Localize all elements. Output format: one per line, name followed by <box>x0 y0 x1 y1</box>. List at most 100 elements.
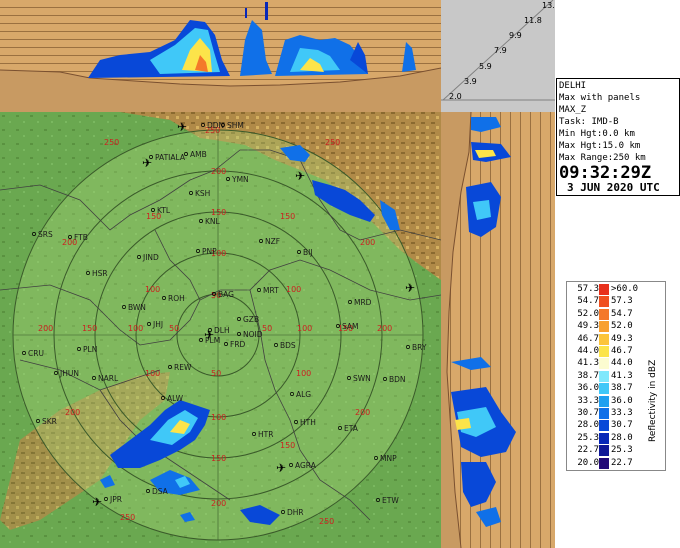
svg-text:250: 250 <box>120 513 135 522</box>
svg-text:100: 100 <box>145 285 160 294</box>
place-name: KSH <box>195 189 210 198</box>
min-height: Min Hgt:0.0 km <box>559 129 635 139</box>
height-label: 9.9 <box>509 31 522 40</box>
svg-text:50: 50 <box>211 369 221 378</box>
svg-text:200: 200 <box>355 408 370 417</box>
place-name: FTB <box>74 233 88 242</box>
legend-swatch <box>599 395 609 407</box>
svg-text:200: 200 <box>65 408 80 417</box>
svg-text:100: 100 <box>297 324 312 333</box>
legend-row: 54.7 57.3 <box>567 295 665 308</box>
height-label: 7.9 <box>494 46 507 55</box>
place-name: DLH <box>214 326 230 335</box>
svg-text:150: 150 <box>211 454 226 463</box>
legend-high: >60.0 <box>611 284 639 294</box>
height-label: 2.0 <box>449 92 462 101</box>
place-name: KNL <box>205 217 221 226</box>
height-scale-panel: 13.0 11.8 9.9 7.9 5.9 3.9 2.0 <box>441 0 560 112</box>
place-name: ROH <box>168 294 185 303</box>
height-label: 11.8 <box>524 16 542 25</box>
place-name: GZB <box>243 315 259 324</box>
station-name: DELHI <box>559 81 587 91</box>
legend-low: 44.0 <box>577 346 599 356</box>
legend-swatch <box>599 432 609 444</box>
legend-swatch <box>599 420 609 432</box>
place-name: SHM <box>227 121 244 130</box>
legend-swatch <box>599 370 609 382</box>
svg-text:100: 100 <box>128 324 143 333</box>
svg-text:250: 250 <box>325 138 340 147</box>
place-name: CRU <box>28 349 44 358</box>
legend-high: 54.7 <box>611 308 633 319</box>
legend-high: 22.7 <box>611 457 633 468</box>
side-section-panel <box>441 112 555 548</box>
legend-swatch <box>599 445 609 457</box>
svg-text:150: 150 <box>280 441 295 450</box>
svg-text:✈: ✈ <box>204 328 214 342</box>
svg-text:250: 250 <box>319 517 334 526</box>
legend-swatch <box>599 333 609 345</box>
place-name: NZF <box>265 237 280 246</box>
legend-swatch <box>599 321 609 333</box>
legend-high: 38.7 <box>611 383 633 394</box>
legend-low: 57.3 <box>577 284 599 294</box>
legend-high: 25.3 <box>611 445 633 456</box>
legend-row: 57.3 >60.0 <box>567 283 665 296</box>
place-name: PLN <box>83 345 97 354</box>
svg-text:✈: ✈ <box>276 461 286 475</box>
legend-low: 41.3 <box>577 358 599 369</box>
legend-row: 20.0 22.7 <box>567 457 665 470</box>
place-name: MRT <box>263 286 279 295</box>
place-name: HTR <box>258 430 273 439</box>
legend-low: 52.0 <box>577 308 599 319</box>
place-name: KTL <box>157 206 171 215</box>
legend-high: 36.0 <box>611 395 633 406</box>
place-name: SRS <box>38 230 53 239</box>
place-name: NOID <box>243 330 263 339</box>
max-height: Max Hgt:15.0 km <box>559 141 641 151</box>
legend-swatch <box>599 457 609 469</box>
legend-low: 30.7 <box>577 408 599 418</box>
legend-high: 44.0 <box>611 358 633 369</box>
legend-high: 49.3 <box>611 333 633 344</box>
svg-text:✈: ✈ <box>142 156 152 170</box>
legend-swatch <box>599 284 609 295</box>
legend-low: 38.7 <box>577 370 599 381</box>
observation-time: 09:32:29Z <box>559 163 652 183</box>
place-name: SKR <box>42 417 57 426</box>
legend-high: 57.3 <box>611 296 633 307</box>
legend-swatch <box>599 308 609 320</box>
legend-low: 33.3 <box>577 395 599 406</box>
task-name: Task: IMD-B <box>559 117 619 127</box>
place-name: SAM <box>342 322 359 331</box>
legend-low: 54.7 <box>577 296 599 307</box>
reflectivity-legend: 57.3 >60.0 54.7 57.3 52.0 54.7 49.3 52.0 46.7 49.… <box>566 281 666 471</box>
place-name: DHR <box>287 508 304 517</box>
svg-text:150: 150 <box>211 208 226 217</box>
height-label: 13.0 <box>542 1 555 10</box>
svg-text:150: 150 <box>280 212 295 221</box>
svg-text:150: 150 <box>82 324 97 333</box>
place-name: YMN <box>231 175 249 184</box>
svg-text:200: 200 <box>211 167 226 176</box>
svg-text:200: 200 <box>38 324 53 333</box>
place-label: PATIALA <box>149 153 186 162</box>
legend-title: Reflectivity in dBZ <box>648 360 658 442</box>
product-name: Max with panels <box>559 93 641 103</box>
svg-text:✈: ✈ <box>405 281 415 295</box>
legend-swatch <box>599 383 609 395</box>
svg-text:100: 100 <box>211 413 226 422</box>
legend-low: 20.0 <box>577 457 599 468</box>
svg-text:✈: ✈ <box>92 495 102 509</box>
legend-swatch <box>599 346 609 357</box>
place-name: HSR <box>92 269 108 278</box>
legend-swatch <box>599 408 609 419</box>
legend-high: 33.3 <box>611 408 633 418</box>
top-section-panel <box>0 0 441 112</box>
place-name: JPR <box>109 495 122 504</box>
legend-swatch <box>599 296 609 308</box>
place-name: JHUN <box>59 369 79 378</box>
legend-high: 46.7 <box>611 346 633 356</box>
legend-high: 30.7 <box>611 420 633 431</box>
radar-map: 50100150200250 50 100 150 200 50100150200 5… <box>0 112 441 548</box>
